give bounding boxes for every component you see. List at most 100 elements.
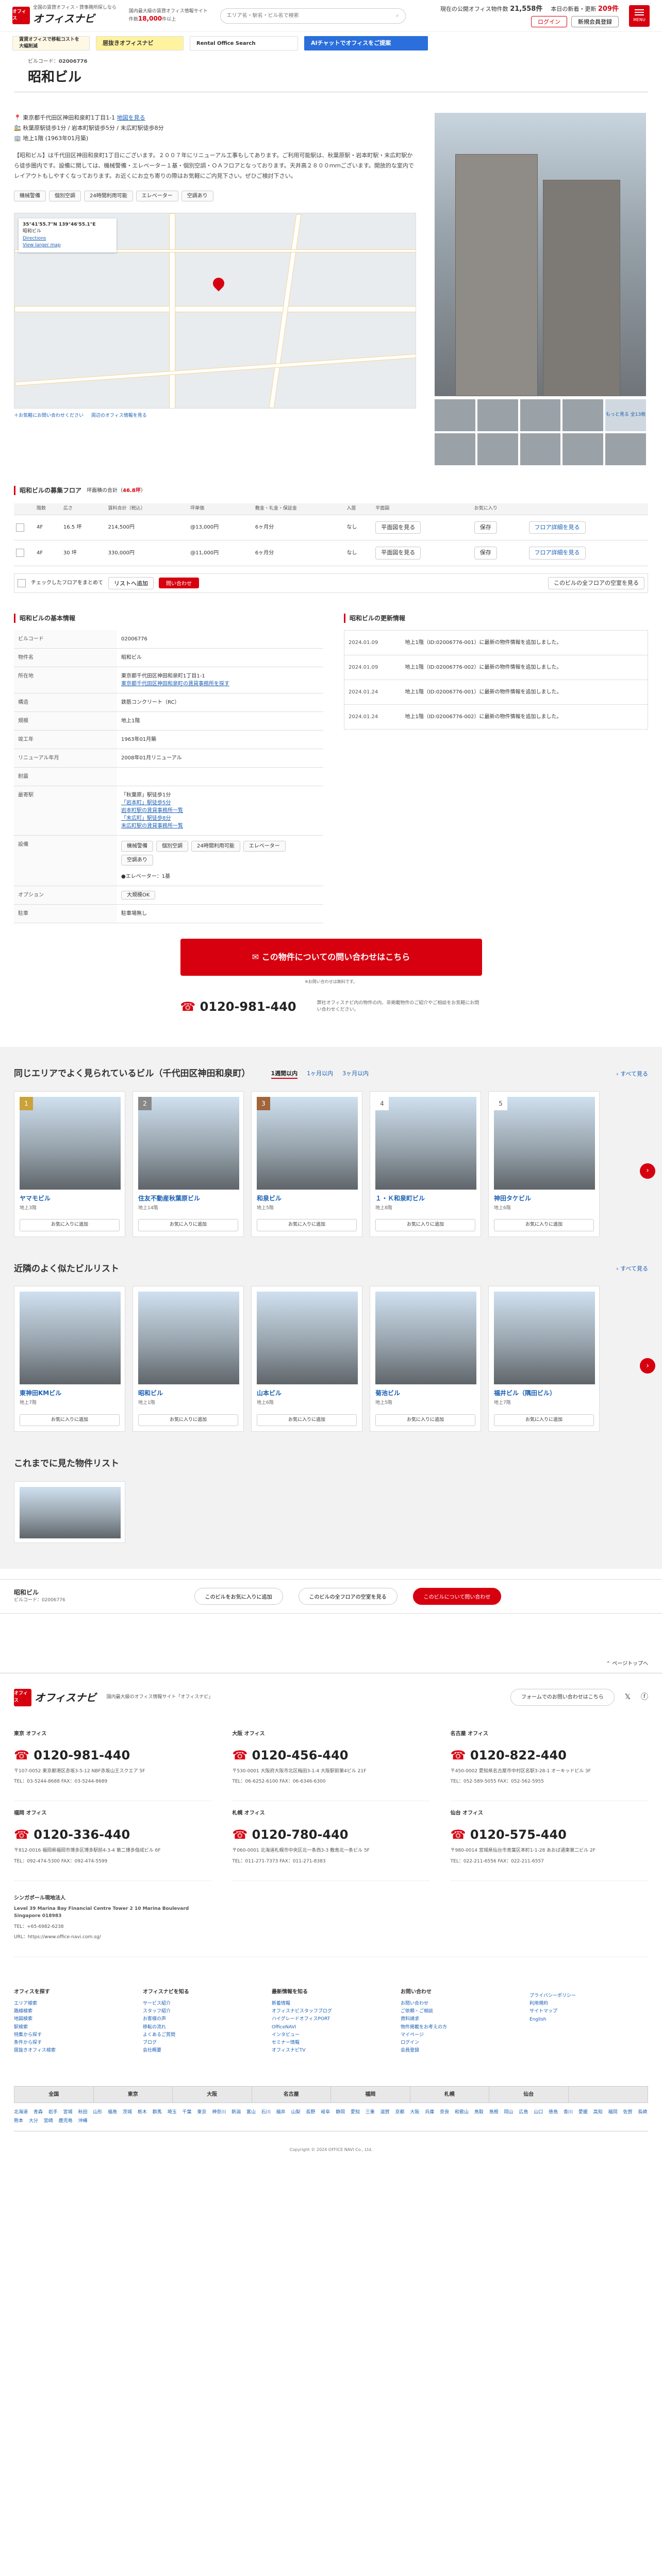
pagetop-link[interactable]: ⌃ ページトップへ xyxy=(0,1614,662,1673)
floor-detail-button[interactable]: フロア詳細を見る xyxy=(528,521,586,534)
x-twitter-icon[interactable]: 𝕏 xyxy=(625,1692,631,1703)
photo-thumb[interactable] xyxy=(562,433,604,465)
footer-link[interactable]: よくあるご質問 xyxy=(143,2031,261,2039)
footer-link[interactable]: 移転の流れ xyxy=(143,2024,261,2031)
floor-detail-button[interactable]: フロア詳細を見る xyxy=(528,547,586,560)
footer-link[interactable]: マイページ xyxy=(401,2031,519,2039)
add-favorite-button[interactable]: お気に入りに追加 xyxy=(257,1219,357,1231)
tel-number[interactable]: ☎ 0120-981-440 xyxy=(180,997,296,1016)
photo-thumb[interactable] xyxy=(477,433,518,465)
area-tab[interactable]: 東京 xyxy=(93,2086,173,2103)
facebook-icon[interactable]: ⓕ xyxy=(641,1692,648,1703)
footer-link[interactable]: オフィスナビTV xyxy=(272,2047,390,2055)
card-name[interactable]: 東神田KMビル xyxy=(20,1388,120,1398)
add-favorite-button[interactable]: お気に入りに追加 xyxy=(494,1219,594,1231)
menu-button[interactable]: MENU xyxy=(629,5,650,27)
banner-ai-chat[interactable]: AIチャットでオフィスをご提案 xyxy=(304,36,428,50)
photo-thumb[interactable] xyxy=(477,399,518,431)
footer-link[interactable]: 新着情報 xyxy=(272,2000,390,2008)
site-logo[interactable]: オフィス 全国の賃貸オフィス・貸事務所探しなら オフィスナビ xyxy=(12,5,117,26)
card-name[interactable]: 福井ビル（隅田ビル） xyxy=(494,1388,594,1398)
map-larger-link[interactable]: View larger map xyxy=(23,242,112,249)
carousel-next-icon[interactable]: › xyxy=(640,1358,655,1374)
station-link[interactable]: 末広町駅の賃貸事務所一覧 xyxy=(121,822,319,830)
signup-button[interactable]: 新規会員登録 xyxy=(571,16,619,28)
card-name[interactable]: 菊池ビル xyxy=(375,1388,475,1398)
footer-contact-button[interactable]: フォームでのお問い合わせはこちら xyxy=(510,1689,615,1706)
banner-rental-search[interactable]: Rental Office Search xyxy=(190,36,298,50)
footer-link[interactable]: プライバシーポリシー xyxy=(529,1992,648,2000)
info-address-link[interactable]: 東京都千代田区神田和泉町の賃貸事務所を探す xyxy=(121,680,319,688)
footer-link[interactable]: お客様の声 xyxy=(143,2015,261,2023)
office-tel-number[interactable]: 0120-780-440 xyxy=(252,1827,349,1842)
photo-thumb[interactable] xyxy=(605,433,646,465)
card-name[interactable]: 和泉ビル xyxy=(257,1194,357,1203)
photo-thumb[interactable] xyxy=(435,399,475,431)
map-link[interactable]: 地図を見る xyxy=(117,114,145,121)
building-card[interactable]: 4 １・Ｋ和泉町ビル 地上8階 お気に入りに追加 xyxy=(370,1091,481,1237)
banner-inuki[interactable]: 居抜きオフィスナビ xyxy=(96,36,184,50)
floor-plan-button[interactable]: 平面図を見る xyxy=(375,547,421,560)
save-button[interactable]: 保存 xyxy=(474,547,497,560)
header-search-input[interactable] xyxy=(226,13,396,19)
footer-link[interactable]: OfficeNAVI xyxy=(272,2024,390,2031)
card-name[interactable]: 神田タケビル xyxy=(494,1194,594,1203)
tab-3month[interactable]: 3ヶ月以内 xyxy=(342,1070,369,1079)
station-text[interactable]: 「岩本町」駅徒歩5分 xyxy=(121,799,319,807)
map-directions-link[interactable]: Directions xyxy=(23,235,112,243)
station-link[interactable]: 岩本町駅の賃貸事務所一覧 xyxy=(121,807,319,815)
add-favorite-button[interactable]: お気に入りに追加 xyxy=(20,1219,120,1231)
area-tab[interactable]: 福岡 xyxy=(331,2086,410,2103)
footer-logo[interactable]: オフィス オフィスナビ xyxy=(14,1688,96,1706)
building-card[interactable]: 菊池ビル 地上5階 お気に入りに追加 xyxy=(370,1286,481,1432)
building-card[interactable]: 1 ヤマモビル 地上3階 お気に入りに追加 xyxy=(14,1091,125,1237)
photo-thumb[interactable] xyxy=(520,399,561,431)
office-tel-number[interactable]: 0120-575-440 xyxy=(470,1827,567,1842)
add-favorite-button[interactable]: お気に入りに追加 xyxy=(138,1414,238,1426)
add-favorite-button[interactable]: お気に入りに追加 xyxy=(138,1219,238,1231)
search-icon[interactable]: ⌕ xyxy=(396,12,399,20)
google-map[interactable]: 35°41'55.7"N 139°46'55.1"E 昭和ビル Directio… xyxy=(14,212,416,409)
photo-thumb[interactable] xyxy=(562,399,604,431)
footer-link[interactable]: インタビュー xyxy=(272,2031,390,2039)
footer-link[interactable]: English xyxy=(529,2016,648,2024)
carousel-next-icon[interactable]: › xyxy=(640,1163,655,1179)
footer-link[interactable]: ブログ xyxy=(143,2039,261,2047)
add-favorite-button[interactable]: お気に入りに追加 xyxy=(257,1414,357,1426)
building-card[interactable]: 3 和泉ビル 地上5階 お気に入りに追加 xyxy=(251,1091,362,1237)
footer-link[interactable]: 地図検索 xyxy=(14,2015,133,2023)
footer-link[interactable]: 条件から探す xyxy=(14,2039,133,2047)
building-card[interactable]: 東神田KMビル 地上7階 お気に入りに追加 xyxy=(14,1286,125,1432)
footer-link[interactable]: エリア検索 xyxy=(14,2000,133,2008)
office-tel-number[interactable]: 0120-981-440 xyxy=(34,1748,130,1762)
floor-checkbox[interactable] xyxy=(16,549,24,557)
footer-link[interactable]: ご依頼・ご相談 xyxy=(401,2008,519,2015)
banner-cost[interactable]: 賃貸オフィスで移転コストを大幅削減 xyxy=(12,36,90,50)
card-name[interactable]: 昭和ビル xyxy=(138,1388,238,1398)
photo-more-button[interactable]: もっと見る 全13枚 xyxy=(605,399,646,431)
photo-thumb[interactable] xyxy=(435,433,475,465)
inquiry-cta-button[interactable]: ✉ この物件についての問い合わせはこちら xyxy=(180,939,482,976)
footer-link[interactable]: お問い合わせ xyxy=(401,2000,519,2008)
singapore-url[interactable]: URL：https://www.office-navi.com.sg/ xyxy=(14,1934,648,1941)
login-button[interactable]: ログイン xyxy=(531,16,567,28)
area-tab[interactable]: 大阪 xyxy=(173,2086,252,2103)
building-card[interactable]: 5 神田タケビル 地上6階 お気に入りに追加 xyxy=(488,1091,600,1237)
office-tel-number[interactable]: 0120-336-440 xyxy=(34,1827,130,1842)
add-to-list-button[interactable]: リストへ追加 xyxy=(108,577,154,589)
area-tab[interactable]: 全国 xyxy=(14,2086,94,2103)
carousel2-more-link[interactable]: › すべて見る xyxy=(616,1265,648,1274)
footer-link[interactable]: サイトマップ xyxy=(529,2008,648,2015)
area-tab[interactable] xyxy=(568,2086,648,2103)
recent-all-floors-button[interactable]: このビルの全フロアの空室を見る xyxy=(298,1587,398,1605)
add-favorite-button[interactable]: お気に入りに追加 xyxy=(375,1219,475,1231)
recent-favorite-button[interactable]: このビルをお気に入りに追加 xyxy=(194,1587,283,1605)
main-photo[interactable] xyxy=(435,113,646,396)
area-tab[interactable]: 札幌 xyxy=(410,2086,489,2103)
office-tel-number[interactable]: 0120-456-440 xyxy=(252,1748,349,1762)
footer-link[interactable]: オフィスナビスタッフブログ xyxy=(272,2008,390,2015)
area-tab[interactable]: 仙台 xyxy=(489,2086,569,2103)
add-favorite-button[interactable]: お気に入りに追加 xyxy=(375,1414,475,1426)
footer-link[interactable]: 駅検索 xyxy=(14,2024,133,2031)
footer-link[interactable]: 利用規約 xyxy=(529,2000,648,2008)
